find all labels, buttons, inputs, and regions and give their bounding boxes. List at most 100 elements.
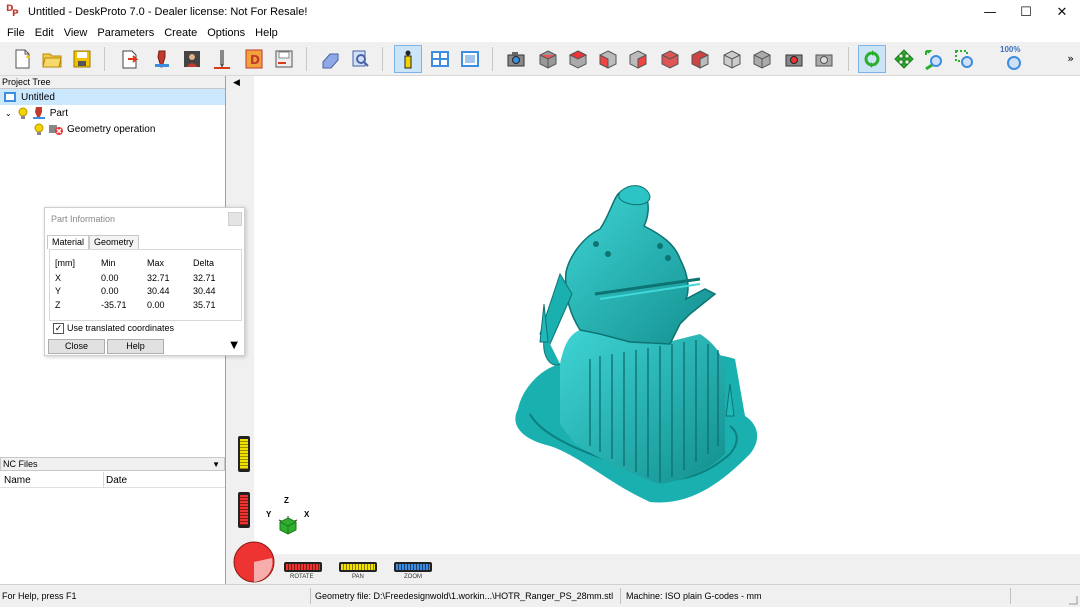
project-icon xyxy=(4,92,16,102)
resize-grip-icon[interactable] xyxy=(1066,593,1078,605)
part-information-dialog: Part Information Material Geometry [mm] … xyxy=(44,207,245,356)
3d-viewport[interactable]: ◀ ROTATE PAN ZOOM Z Y X xyxy=(230,76,1080,584)
menu-create[interactable]: Create xyxy=(159,27,202,39)
checkbox-label: Use translated coordinates xyxy=(67,323,175,333)
zoom-wheel[interactable] xyxy=(394,562,432,572)
pan-slider-track xyxy=(240,439,248,469)
tree-item-geometry-operation[interactable]: Geometry operation xyxy=(34,121,155,137)
eraser-button[interactable] xyxy=(316,45,344,73)
dialog-tabs: Material Geometry xyxy=(47,235,139,249)
lightbulb-icon[interactable] xyxy=(18,107,28,119)
dialog-close-box[interactable] xyxy=(228,212,242,226)
part-icon xyxy=(155,50,169,68)
view-front-button[interactable] xyxy=(594,45,622,73)
dialog-title: Part Information xyxy=(51,214,116,224)
status-geometry-file: Geometry file: D:\Freedesignwold\1.worki… xyxy=(315,591,614,601)
expand-chevron-icon[interactable]: ⌄ xyxy=(5,109,12,118)
pan-wheel[interactable] xyxy=(339,562,377,572)
deskproto-window: DP Untitled - DeskProto 7.0 - Dealer lic… xyxy=(0,0,1080,607)
save-project-button[interactable] xyxy=(68,45,96,73)
menu-parameters[interactable]: Parameters xyxy=(92,27,159,39)
tree-item-untitled[interactable]: Untitled xyxy=(0,89,225,105)
zoom-100-button[interactable]: 100% xyxy=(1000,45,1028,73)
tool-parameters-button[interactable] xyxy=(208,45,236,73)
zoom-wheel-track xyxy=(396,564,430,570)
view-bottom-button[interactable] xyxy=(718,45,746,73)
menu-help[interactable]: Help xyxy=(250,27,283,39)
menu-file[interactable]: File xyxy=(2,27,30,39)
toolbar-separator xyxy=(492,47,493,71)
view-back-button[interactable] xyxy=(656,45,684,73)
menu-options[interactable]: Options xyxy=(202,27,250,39)
zoom-mode-button[interactable] xyxy=(920,45,948,73)
snapshot-button[interactable] xyxy=(502,45,530,73)
open-project-button[interactable] xyxy=(38,45,66,73)
minimize-button[interactable]: — xyxy=(972,0,1008,24)
status-separator xyxy=(1010,588,1011,604)
tab-material[interactable]: Material xyxy=(47,235,90,249)
rotate-slider[interactable] xyxy=(238,492,250,528)
use-translated-coordinates-checkbox[interactable]: ✓ xyxy=(53,323,64,334)
rotate-mode-button[interactable] xyxy=(858,45,886,73)
pan-slider[interactable] xyxy=(238,436,250,472)
tree-item-part[interactable]: ⌄ Part xyxy=(0,105,68,121)
table-cell: Z xyxy=(55,300,61,310)
status-separator xyxy=(620,588,621,604)
load-geometry-button[interactable] xyxy=(116,45,144,73)
collapse-arrow-icon[interactable]: ◀ xyxy=(233,78,240,88)
rotate-dial-icon[interactable] xyxy=(232,538,276,584)
view-iso-button[interactable] xyxy=(534,45,562,73)
expand-down-icon[interactable]: ▼ xyxy=(230,340,238,351)
write-nc-button[interactable] xyxy=(270,45,298,73)
camera-icon xyxy=(507,52,525,67)
help-button[interactable]: Help xyxy=(107,339,164,354)
part-parameters-button[interactable] xyxy=(148,45,176,73)
cube-iso-icon xyxy=(539,50,557,69)
table-cell: 30.44 xyxy=(147,286,170,296)
bitmap-button[interactable] xyxy=(178,45,206,73)
table-cell: 30.44 xyxy=(193,286,216,296)
new-file-icon xyxy=(15,49,30,69)
rotate-wheel[interactable] xyxy=(284,562,322,572)
table-header-min: Min xyxy=(101,258,116,268)
column-divider[interactable] xyxy=(103,472,104,488)
part-information-button[interactable] xyxy=(394,45,422,73)
render-gray-button[interactable] xyxy=(810,45,838,73)
menu-view[interactable]: View xyxy=(59,27,93,39)
column-header-name[interactable]: Name xyxy=(4,475,31,486)
status-help-text: For Help, press F1 xyxy=(2,591,77,601)
close-dialog-button[interactable]: Close xyxy=(48,339,105,354)
zoom-window-button[interactable] xyxy=(950,45,978,73)
operation-error-icon xyxy=(49,125,63,135)
render-button[interactable] xyxy=(780,45,808,73)
menu-edit[interactable]: Edit xyxy=(30,27,59,39)
zoom-window-icon xyxy=(955,50,973,68)
view-window-button[interactable] xyxy=(456,45,484,73)
view-left-button[interactable] xyxy=(686,45,714,73)
toolbar-overflow-button[interactable]: » xyxy=(1067,52,1074,65)
window-layout-button[interactable] xyxy=(426,45,454,73)
view-right-button[interactable] xyxy=(624,45,652,73)
lightbulb-icon[interactable] xyxy=(34,123,44,135)
create-toolpath-button[interactable]: D xyxy=(240,45,268,73)
close-button[interactable]: ✕ xyxy=(1044,0,1080,24)
folder-open-icon xyxy=(42,53,62,68)
app-logo-icon: DP xyxy=(6,4,19,19)
title-bar: DP Untitled - DeskProto 7.0 - Dealer lic… xyxy=(0,0,1080,24)
column-header-date[interactable]: Date xyxy=(106,475,127,486)
table-cell: 0.00 xyxy=(101,273,119,283)
preview-button[interactable] xyxy=(346,45,374,73)
tab-geometry[interactable]: Geometry xyxy=(89,235,139,249)
dropdown-arrow-icon[interactable]: ▼ xyxy=(212,459,220,471)
table-header-delta: Delta xyxy=(193,258,215,268)
maximize-button[interactable]: ☐ xyxy=(1008,0,1044,24)
toolbar-separator xyxy=(848,47,849,71)
project-tree-header: Project Tree xyxy=(0,76,225,89)
tree-item-label: Untitled xyxy=(21,91,55,103)
view-top-button[interactable] xyxy=(564,45,592,73)
pan-mode-button[interactable] xyxy=(890,45,918,73)
view-gray-cube-button[interactable] xyxy=(748,45,776,73)
new-project-button[interactable] xyxy=(8,45,36,73)
3d-model-ranger[interactable] xyxy=(500,184,770,509)
nc-files-header[interactable]: NC Files ▼ xyxy=(0,457,225,471)
